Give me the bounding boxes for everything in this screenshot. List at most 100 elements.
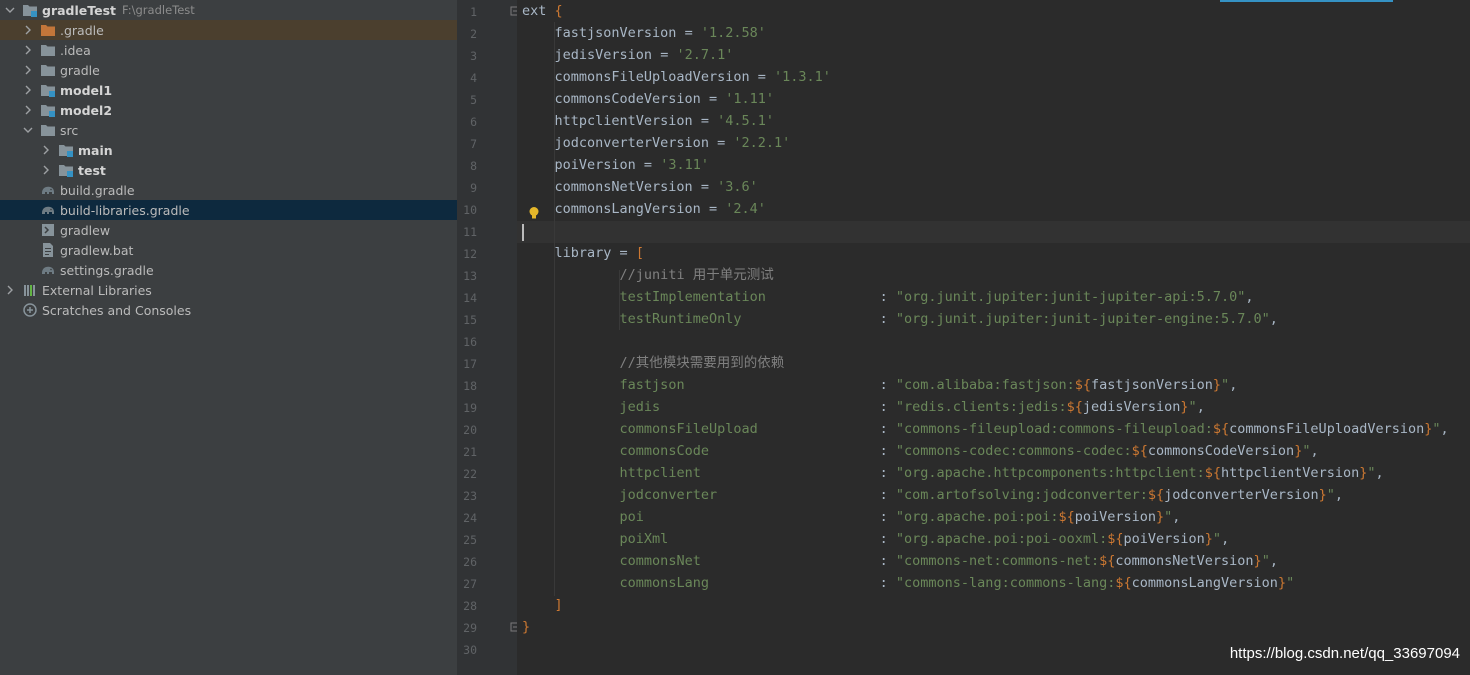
template-variable: poiVersion xyxy=(1123,531,1205,547)
chevron-right-icon[interactable] xyxy=(22,104,34,116)
operator: = xyxy=(700,201,726,217)
code-line[interactable]: poiXml : "org.apache.poi:poi-ooxml:${poi… xyxy=(522,528,1230,550)
code-line[interactable]: ] xyxy=(522,594,563,616)
line-number: 28 xyxy=(463,599,477,613)
template-variable: commonsLangVersion xyxy=(1131,575,1278,591)
operator: = xyxy=(708,135,734,151)
tree-item[interactable]: build.gradle xyxy=(0,180,457,200)
code-line[interactable]: testRuntimeOnly : "org.junit.jupiter:jun… xyxy=(522,308,1278,330)
line-number: 13 xyxy=(463,269,477,283)
tree-item[interactable]: gradlew.bat xyxy=(0,240,457,260)
code-line[interactable]: library = [ xyxy=(522,242,644,264)
operator: : xyxy=(879,487,896,503)
code-line[interactable]: fastjson : "com.alibaba:fastjson:${fastj… xyxy=(522,374,1238,396)
tree-item[interactable]: Scratches and Consoles xyxy=(0,300,457,320)
template-variable: commonsFileUploadVersion xyxy=(1229,421,1425,437)
line-number: 1 xyxy=(470,5,477,19)
string-quote: " xyxy=(1286,575,1295,591)
tree-item[interactable]: model1 xyxy=(0,80,457,100)
tree-item[interactable]: test xyxy=(0,160,457,180)
gradle-icon xyxy=(40,182,56,198)
template-open: ${ xyxy=(1058,509,1075,525)
tree-item[interactable]: build-libraries.gradle xyxy=(0,200,457,220)
chevron-right-icon[interactable] xyxy=(4,284,16,296)
comma: , xyxy=(1440,421,1449,437)
code-line[interactable]: commonsFileUpload : "commons-fileupload:… xyxy=(522,418,1449,440)
tree-item[interactable]: .gradle xyxy=(0,20,457,40)
code-editor[interactable]: ext { fastjsonVersion = '1.2.58' jedisVe… xyxy=(517,0,1470,675)
dependency-name: poiXml xyxy=(619,531,880,547)
tree-item[interactable]: model2 xyxy=(0,100,457,120)
template-open: ${ xyxy=(1204,465,1222,481)
chevron-right-icon[interactable] xyxy=(22,84,34,96)
chevron-right-icon[interactable] xyxy=(22,44,34,56)
code-line[interactable]: ext { xyxy=(522,0,563,22)
tree-item[interactable]: gradle xyxy=(0,60,457,80)
tree-item[interactable]: gradlew xyxy=(0,220,457,240)
tree-item[interactable]: main xyxy=(0,140,457,160)
string-literal: "com.alibaba:fastjson: xyxy=(895,377,1075,393)
string-quote: " xyxy=(1326,487,1335,503)
code-line[interactable]: httpclient : "org.apache.httpcomponents:… xyxy=(522,462,1384,484)
line-number: 11 xyxy=(463,225,477,239)
code-line[interactable]: jodconverter : "com.artofsolving:jodconv… xyxy=(522,484,1343,506)
tree-item[interactable]: src xyxy=(0,120,457,140)
variable-name: jodconverterVersion xyxy=(554,135,709,151)
code-line[interactable]: } xyxy=(522,616,530,638)
tree-item[interactable]: External Libraries xyxy=(0,280,457,300)
template-close: } xyxy=(1318,487,1327,503)
variable-name: commonsFileUploadVersion xyxy=(554,69,750,85)
operator: : xyxy=(879,575,896,591)
code-line[interactable]: //其他模块需要用到的依赖 xyxy=(522,352,785,374)
code-line[interactable]: commonsNetVersion = '3.6' xyxy=(522,176,758,198)
variable-name: library xyxy=(554,245,612,261)
lightbulb-icon[interactable] xyxy=(526,205,542,221)
chevron-right-icon[interactable] xyxy=(40,164,52,176)
code-line[interactable]: //juniti 用于单元测试 xyxy=(522,264,774,286)
code-line[interactable]: commonsNet : "commons-net:commons-net:${… xyxy=(522,550,1278,572)
code-line[interactable]: commonsFileUploadVersion = '1.3.1' xyxy=(522,66,831,88)
chevron-right-icon[interactable] xyxy=(22,24,34,36)
code-line[interactable]: commonsCode : "commons-codec:commons-cod… xyxy=(522,440,1319,462)
chevron-down-icon[interactable] xyxy=(4,4,16,16)
string-literal: "com.artofsolving:jodconverter: xyxy=(895,487,1148,503)
code-line[interactable]: poiVersion = '3.11' xyxy=(522,154,709,176)
code-line[interactable]: commonsCodeVersion = '1.11' xyxy=(522,88,774,110)
dependency-name: jodconverter xyxy=(619,487,880,503)
tree-item-label: settings.gradle xyxy=(60,262,154,278)
scratches-icon xyxy=(22,302,38,318)
string-literal: '1.11' xyxy=(725,91,774,107)
dependency-name: fastjson xyxy=(619,377,880,393)
code-line[interactable]: poi : "org.apache.poi:poi:${poiVersion}"… xyxy=(522,506,1181,528)
code-line[interactable]: httpclientVersion = '4.5.1' xyxy=(522,110,774,132)
string-quote: " xyxy=(1212,531,1222,547)
tree-item[interactable]: settings.gradle xyxy=(0,260,457,280)
tree-item-label: External Libraries xyxy=(42,282,152,298)
chevron-down-icon[interactable] xyxy=(22,124,34,136)
operator: = xyxy=(692,113,718,129)
code-line[interactable]: jodconverterVersion = '2.2.1' xyxy=(522,132,791,154)
line-number: 7 xyxy=(470,137,477,151)
code-line[interactable]: commonsLang : "commons-lang:commons-lang… xyxy=(522,572,1295,594)
libraries-icon xyxy=(22,282,38,298)
code-line[interactable]: commonsLangVersion = '2.4' xyxy=(522,198,766,220)
tree-item-label: main xyxy=(78,142,113,158)
indent-guide xyxy=(619,270,620,330)
comma: , xyxy=(1245,289,1254,305)
operator: : xyxy=(879,311,896,327)
dependency-name: commonsLang xyxy=(619,575,880,591)
line-number: 14 xyxy=(463,291,477,305)
project-name: gradleTest xyxy=(42,2,117,18)
chevron-right-icon[interactable] xyxy=(40,144,52,156)
line-number: 17 xyxy=(463,357,477,371)
template-close: } xyxy=(1204,531,1213,547)
template-variable: commonsCodeVersion xyxy=(1147,443,1295,459)
tree-item[interactable]: .idea xyxy=(0,40,457,60)
tree-root-gradletest[interactable]: gradleTest F:\gradleTest xyxy=(0,0,457,20)
code-line[interactable]: testImplementation : "org.junit.jupiter:… xyxy=(522,286,1254,308)
chevron-right-icon[interactable] xyxy=(22,64,34,76)
code-line[interactable]: fastjsonVersion = '1.2.58' xyxy=(522,22,766,44)
code-line[interactable]: jedis : "redis.clients:jedis:${jedisVers… xyxy=(522,396,1205,418)
line-number-gutter: 1 2 3 4 5 6 7 8 9 10 11 12 13 14 15 16 17 18 19 20 21 22 23 24 2… xyxy=(457,0,520,675)
